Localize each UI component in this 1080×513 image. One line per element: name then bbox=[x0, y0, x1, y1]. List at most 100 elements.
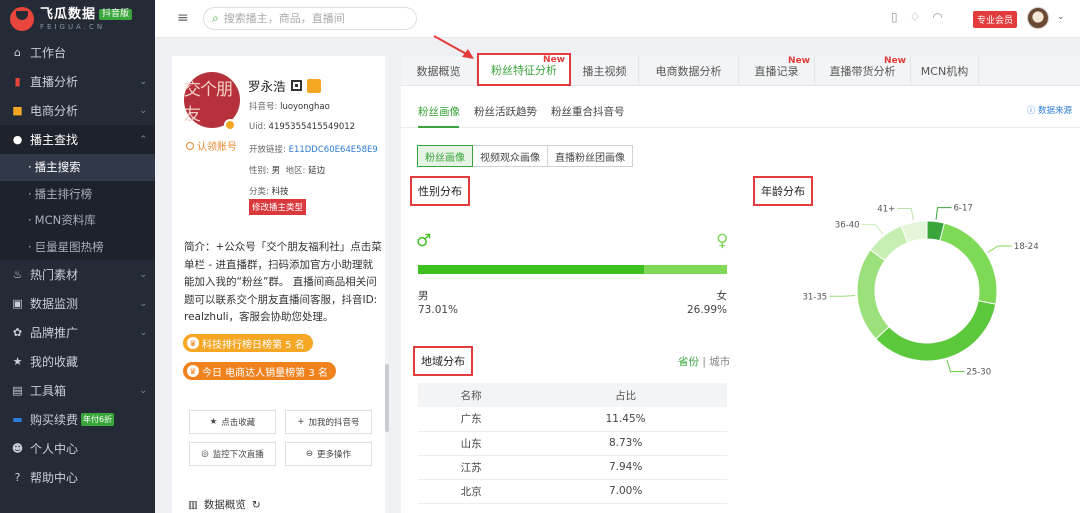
male-ratio-fill bbox=[418, 265, 644, 274]
donut-leader-line bbox=[897, 207, 914, 221]
douyin-id-row: 抖音号: luoyonghao bbox=[249, 102, 330, 112]
segment-live-fan-group[interactable]: 直播粉丝团画像 bbox=[547, 145, 633, 167]
segment-video-audience[interactable]: 视频观众画像 bbox=[472, 145, 548, 167]
segment-control: 粉丝画像 视频观众画像 直播粉丝团画像 bbox=[417, 145, 633, 167]
help-icon: ⓘ bbox=[1026, 106, 1036, 116]
donut-slice[interactable] bbox=[875, 300, 997, 362]
region-toggle: 省份 | 城市 bbox=[678, 356, 731, 368]
more-actions-button[interactable]: ⊖ 更多操作 bbox=[285, 442, 372, 466]
qrcode-icon[interactable] bbox=[290, 80, 302, 91]
discount-badge: 年付6折 bbox=[81, 413, 115, 426]
donut-leader-line bbox=[861, 224, 884, 235]
chevron-down-icon: ⌄ bbox=[139, 269, 147, 280]
segment-fan-profile[interactable]: 粉丝画像 bbox=[417, 145, 473, 167]
region-table: 名称 占比 广东 11.45% 山东 8.73% 江苏 7.94% 北京 7.00% bbox=[418, 383, 727, 504]
monitor-icon: ◎ bbox=[201, 449, 209, 459]
toggle-city[interactable]: 城市 bbox=[709, 356, 730, 368]
region-col-name: 名称 bbox=[418, 383, 525, 407]
subtab-fan-activity[interactable]: 粉丝活跃趋势 bbox=[474, 104, 537, 119]
sidebar-item-brand-promotion[interactable]: ✿ 品牌推广 ⌄ bbox=[0, 318, 155, 347]
add-douyin-button[interactable]: + 加我的抖音号 bbox=[285, 410, 372, 434]
donut-slice[interactable] bbox=[856, 249, 890, 340]
tag-icon bbox=[306, 78, 321, 93]
sidebar-item-toolbox[interactable]: ▤ 工具箱 ⌄ bbox=[0, 376, 155, 405]
home-icon: ⌂ bbox=[14, 46, 21, 59]
chart-icon: ▥ bbox=[188, 498, 198, 511]
female-stat: 女 26.99% bbox=[686, 290, 727, 316]
donut-label: 36-40 bbox=[835, 221, 860, 231]
logo[interactable]: 飞瓜数据 抖音版 FEIGUA.CN bbox=[0, 0, 155, 38]
rank-badge-ecommerce[interactable]: ♛ 今日 电商达人销量榜第 3 名 bbox=[183, 362, 336, 380]
search-input[interactable] bbox=[223, 12, 394, 25]
data-overview-heading: ▥ 数据概览 ↻ bbox=[188, 498, 261, 512]
toggle-province[interactable]: 省份 bbox=[678, 356, 699, 368]
tab-live-sales[interactable]: 直播带货分析 New bbox=[815, 56, 911, 86]
sidebar-item-data-monitor[interactable]: ▣ 数据监测 ⌄ bbox=[0, 289, 155, 318]
table-row: 北京 7.00% bbox=[418, 479, 727, 504]
trophy-icon: ♛ bbox=[187, 365, 199, 377]
donut-label: 41+ bbox=[877, 204, 895, 214]
sidebar-subitem-mcn-library[interactable]: MCN资料库 bbox=[0, 207, 155, 234]
chevron-down-icon[interactable]: ⌄ bbox=[1057, 12, 1065, 22]
tab-streamer-videos[interactable]: 播主视频 bbox=[571, 56, 639, 86]
fire-icon: ♨ bbox=[12, 268, 23, 281]
donut-leader-line bbox=[987, 245, 1012, 253]
plus-icon: + bbox=[297, 417, 305, 427]
tab-mcn[interactable]: MCN机构 bbox=[911, 56, 979, 86]
edit-type-button[interactable]: 修改播主类型 bbox=[249, 199, 307, 215]
sidebar-item-workbench[interactable]: ⌂ 工作台 bbox=[0, 38, 155, 67]
user-avatar[interactable] bbox=[1027, 7, 1049, 29]
sidebar-item-find-streamer[interactable]: ● 播主查找 ⌃ bbox=[0, 125, 155, 154]
profile-scrollbar-thumb[interactable] bbox=[385, 364, 389, 432]
table-row: 广东 11.45% bbox=[418, 407, 727, 432]
open-link[interactable]: E11DDC60E64E58E9 bbox=[289, 145, 378, 155]
sidebar-item-ecommerce[interactable]: ■ 电商分析 ⌄ bbox=[0, 96, 155, 125]
favorite-button[interactable]: ★ 点击收藏 bbox=[189, 410, 276, 434]
subtab-fan-profile[interactable]: 粉丝画像 bbox=[418, 104, 460, 119]
sidebar-item-live-analysis[interactable]: ▮ 直播分析 ⌄ bbox=[0, 67, 155, 96]
topbar: ≡ ⌕ ▯ ♢ ◠ 专业会员 ⌄ bbox=[155, 0, 1080, 38]
search-box[interactable]: ⌕ bbox=[203, 7, 417, 30]
female-icon: ♀ bbox=[716, 231, 729, 251]
profile-scrollbar[interactable] bbox=[385, 56, 389, 513]
claim-account-link[interactable]: 认领账号 bbox=[186, 138, 237, 153]
monitor-live-button[interactable]: ◎ 监控下次直播 bbox=[189, 442, 276, 466]
table-row: 江苏 7.94% bbox=[418, 455, 727, 480]
rank-badge-tech[interactable]: ♛ 科技排行榜日榜第 5 名 bbox=[183, 334, 313, 352]
profile-panel: 交个朋友 认领账号 罗永浩 抖音号: luoyonghao Uid: 41953… bbox=[172, 56, 389, 513]
sidebar-item-purchase[interactable]: ▬ 购买续费 年付6折 bbox=[0, 405, 155, 434]
menu-toggle-icon[interactable]: ≡ bbox=[177, 10, 189, 26]
sidebar-item-personal-center[interactable]: ☻ 个人中心 bbox=[0, 434, 155, 463]
uid-row: Uid: 4195355415549012 bbox=[249, 122, 356, 132]
donut-leader-line bbox=[829, 295, 856, 297]
tab-ecommerce-data[interactable]: 电商数据分析 bbox=[639, 56, 739, 86]
bell-icon[interactable]: ♢ bbox=[910, 10, 921, 24]
shopping-bag-icon: ■ bbox=[12, 104, 23, 117]
sidebar-item-favorites[interactable]: ★ 我的收藏 bbox=[0, 347, 155, 376]
donut-label: 31-35 bbox=[802, 292, 827, 302]
subtab-fan-overlap[interactable]: 粉丝重合抖音号 bbox=[551, 104, 625, 119]
table-row: 山东 8.73% bbox=[418, 431, 727, 456]
sidebar-subitem-xingtu-hot[interactable]: 巨量星图热榜 bbox=[0, 234, 155, 261]
tab-live-records[interactable]: 直播记录 New bbox=[739, 56, 815, 86]
data-source-link[interactable]: ⓘ 数据来源 bbox=[1027, 104, 1072, 116]
sidebar-item-hot-material[interactable]: ♨ 热门素材 ⌄ bbox=[0, 260, 155, 289]
sidebar-subitem-streamer-search[interactable]: 播主搜索 bbox=[0, 154, 155, 181]
donut-slice[interactable] bbox=[939, 222, 998, 305]
brand-sub: FEIGUA.CN bbox=[40, 22, 106, 31]
headset-icon[interactable]: ◠ bbox=[932, 10, 942, 24]
tab-fan-analysis[interactable]: 粉丝特征分析 New bbox=[477, 53, 571, 86]
sidebar-subitem-streamer-ranking[interactable]: 播主排行榜 bbox=[0, 181, 155, 208]
gender-region-row: 性别: 男 地区: 延边 bbox=[249, 166, 326, 176]
category-row: 分类: 科技 bbox=[249, 187, 289, 197]
sidebar-item-help[interactable]: ? 帮助中心 bbox=[0, 463, 155, 492]
gender-section-title: 性别分布 bbox=[410, 176, 470, 206]
mobile-icon[interactable]: ▯ bbox=[891, 10, 898, 24]
streamer-name: 罗永浩 bbox=[248, 79, 286, 94]
brand-badge[interactable]: 抖音版 bbox=[99, 8, 133, 20]
chevron-down-icon: ⌄ bbox=[139, 105, 147, 116]
new-badge: New bbox=[884, 56, 906, 66]
vip-badge[interactable]: 专业会员 bbox=[973, 11, 1018, 28]
region-col-share: 占比 bbox=[524, 383, 727, 407]
refresh-icon[interactable]: ↻ bbox=[252, 499, 261, 511]
